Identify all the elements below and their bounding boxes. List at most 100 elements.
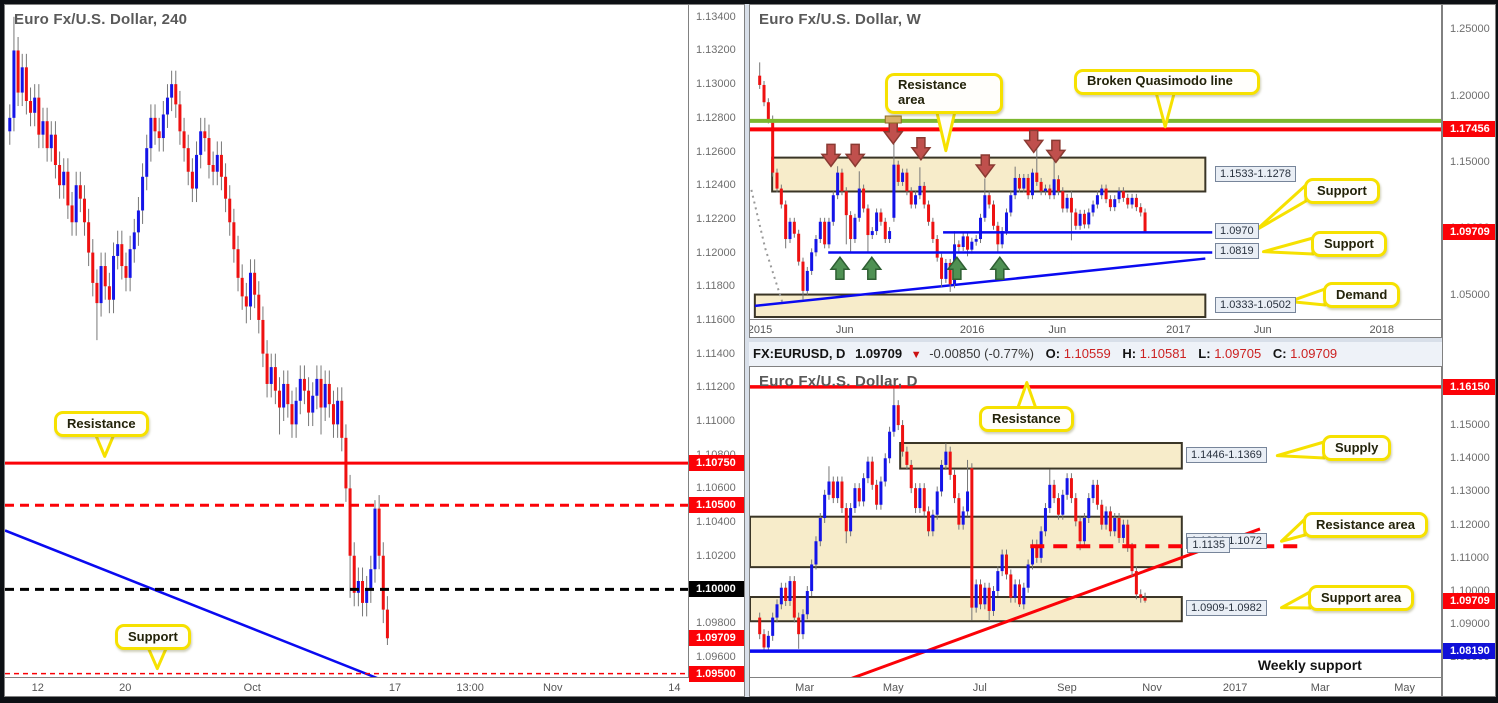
ticker-symbol[interactable]: FX:EURUSD, D (753, 346, 845, 361)
candle-body (87, 222, 90, 252)
callout-supply[interactable]: Supply (1322, 435, 1391, 461)
callout-demand[interactable]: Demand (1323, 282, 1400, 308)
callout-resistance-area[interactable]: Resistance area (885, 73, 1003, 114)
candle-body (862, 189, 865, 209)
candle-body (853, 488, 856, 508)
candle-body (875, 485, 878, 505)
callout-broken-quasimodo-line[interactable]: Broken Quasimodo line (1074, 69, 1260, 95)
candle-body (996, 571, 999, 591)
candle-body (191, 172, 194, 189)
candle-body (1144, 598, 1147, 601)
candle-body (62, 172, 65, 185)
h4-chart-canvas (5, 5, 688, 677)
candle-body (827, 482, 830, 495)
callout-resistance[interactable]: Resistance (979, 406, 1074, 432)
candle-body (962, 236, 965, 247)
callout-resistance[interactable]: Resistance (54, 411, 149, 437)
candle-body (797, 234, 800, 262)
callout-support-1[interactable]: Support (1304, 178, 1380, 204)
price-badge: 1.10000 (689, 581, 745, 597)
candle-body (923, 488, 926, 511)
candle-body (797, 618, 800, 635)
candle-body (840, 173, 843, 192)
price-badge: 1.09709 (689, 630, 745, 646)
price-badge: 1.10750 (689, 455, 745, 471)
y-axis-tick-label: 1.13000 (696, 78, 736, 90)
callout-support-2[interactable]: Support (1311, 231, 1387, 257)
x-axis-tick-label: May (883, 682, 904, 694)
chart-title-240min: Euro Fx/U.S. Dollar, 240 (14, 11, 187, 28)
callout-resistance-area[interactable]: Resistance area (1303, 512, 1428, 538)
price-badge: 1.08190 (1443, 643, 1495, 659)
callout-pointer (1277, 442, 1324, 458)
candle-body (776, 604, 779, 617)
candle-body (1031, 173, 1034, 196)
y-axis-tick-label: 1.20000 (1450, 90, 1490, 102)
candle-body (369, 569, 372, 589)
candle-body (1027, 564, 1030, 587)
candle-body (884, 222, 887, 239)
candle-body (996, 226, 999, 245)
y-axis-tick-label: 1.14000 (1450, 452, 1490, 464)
candle-body (1083, 214, 1086, 225)
candle-body (1122, 191, 1125, 198)
candle-body (79, 185, 82, 198)
callout-support-area[interactable]: Support area (1308, 585, 1414, 611)
candle-body (814, 239, 817, 252)
y-axis-tick-label: 1.10400 (696, 516, 736, 528)
candle-body (1139, 594, 1142, 597)
time-axis-weekly[interactable]: 2015Jun2016Jun2017Jun2018 (750, 319, 1442, 338)
candle-body (849, 508, 852, 531)
candle-body (888, 231, 891, 239)
time-axis-240min[interactable]: 1220Oct1713:00Nov14 (5, 677, 745, 697)
candle-body (228, 199, 231, 223)
time-axis-daily[interactable]: MarMayJulSepNov2017MarMay (750, 677, 1442, 697)
candle-body (1096, 195, 1099, 204)
candle-body (220, 155, 223, 177)
price-axis-daily[interactable]: 1.160001.150001.140001.130001.120001.110… (1443, 367, 1495, 698)
price-badge: 1.09709 (1443, 593, 1495, 609)
candle-body (1083, 518, 1086, 541)
candle-body (1079, 521, 1082, 541)
candle-body (1122, 525, 1125, 538)
candle-body (836, 482, 839, 499)
high-value: 1.10581 (1140, 346, 1187, 361)
dotted-trendline (751, 190, 782, 303)
candle-body (1061, 191, 1064, 208)
candle-body (823, 222, 826, 245)
candle-body (832, 195, 835, 222)
candle-body (282, 384, 285, 408)
candle-body (866, 208, 869, 235)
candle-body (758, 618, 761, 635)
candle-body (1113, 199, 1116, 207)
candle-body (1105, 511, 1108, 524)
right-price-axis-column[interactable]: 1.250001.200001.150001.100001.050001.174… (1442, 4, 1496, 697)
candle-body (823, 495, 826, 518)
callout-support[interactable]: Support (115, 624, 191, 650)
price-axis-240min[interactable]: 1.134001.132001.130001.128001.126001.124… (688, 5, 745, 677)
candle-body (892, 165, 895, 218)
candle-body (944, 263, 947, 279)
candle-body (1131, 548, 1134, 571)
chart-plot-240min[interactable] (5, 5, 688, 677)
candle-body (905, 173, 908, 192)
chart-plot-weekly[interactable] (750, 5, 1442, 319)
low-value: 1.09705 (1214, 346, 1261, 361)
candle-body (303, 379, 306, 391)
candle-body (940, 465, 943, 492)
x-axis-tick-label: Jun (1254, 324, 1272, 336)
chart-panel-daily: Euro Fx/U.S. Dollar, D MarMayJulSepNov20… (749, 366, 1442, 697)
chart-panel-240min: Euro Fx/U.S. Dollar, 240 1.134001.132001… (4, 4, 745, 697)
candle-body (862, 478, 865, 501)
y-axis-tick-label: 1.11200 (696, 381, 735, 393)
candle-body (1100, 189, 1103, 196)
candle-body (286, 384, 289, 404)
candle-body (199, 131, 202, 155)
candle-body (274, 367, 277, 391)
candle-body (970, 468, 973, 607)
candle-body (1079, 214, 1082, 226)
x-axis-tick-label: Mar (1311, 682, 1330, 694)
candle-body (75, 185, 78, 222)
price-axis-weekly[interactable]: 1.250001.200001.150001.100001.050001.174… (1443, 5, 1495, 339)
candle-body (1022, 178, 1025, 189)
